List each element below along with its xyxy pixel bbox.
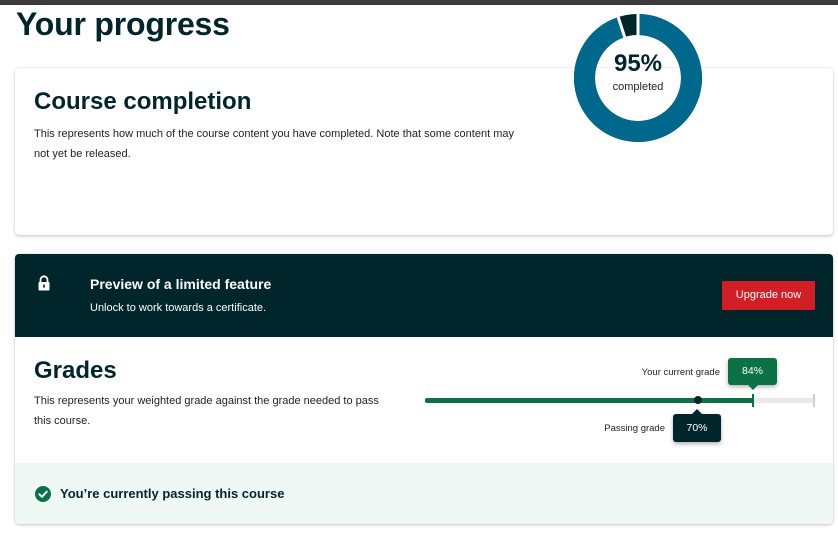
completion-caption: completed: [612, 81, 664, 93]
grade-progress-bar: [425, 394, 815, 407]
current-grade-marker: [751, 394, 754, 407]
limited-feature-banner: Preview of a limited feature Unlock to w…: [15, 254, 833, 337]
passing-status-text: You’re currently passing this course: [60, 486, 285, 501]
passing-grade-tooltip: 70%: [673, 409, 721, 442]
grade-progress-fill: [425, 398, 753, 403]
donut-completed-arc: [574, 14, 702, 142]
current-grade-tooltip: 84%: [728, 358, 777, 390]
grades-card: Preview of a limited feature Unlock to w…: [15, 254, 833, 524]
current-grade-label: Your current grade: [641, 367, 720, 378]
course-completion-heading: Course completion: [34, 88, 252, 115]
passing-status-banner: You’re currently passing this course: [15, 463, 833, 524]
lock-icon: [38, 275, 50, 291]
grade-bar-end: [813, 394, 815, 407]
top-bar: [0, 0, 838, 5]
completion-donut-chart: [574, 14, 702, 142]
passing-grade-label: Passing grade: [604, 423, 665, 434]
grades-heading: Grades: [34, 357, 117, 384]
completion-percent: 95%: [613, 50, 663, 77]
page-title: Your progress: [16, 6, 230, 42]
banner-subtitle: Unlock to work towards a certificate.: [90, 302, 267, 314]
upgrade-now-button[interactable]: Upgrade now: [722, 281, 815, 310]
course-completion-card: Course completion This represents how mu…: [15, 68, 833, 235]
banner-title: Preview of a limited feature: [90, 276, 272, 292]
course-completion-description: This represents how much of the course c…: [34, 128, 514, 160]
passing-grade-marker: [694, 396, 702, 404]
check-circle-icon: [35, 486, 51, 502]
grades-description: This represents your weighted grade agai…: [34, 395, 379, 427]
